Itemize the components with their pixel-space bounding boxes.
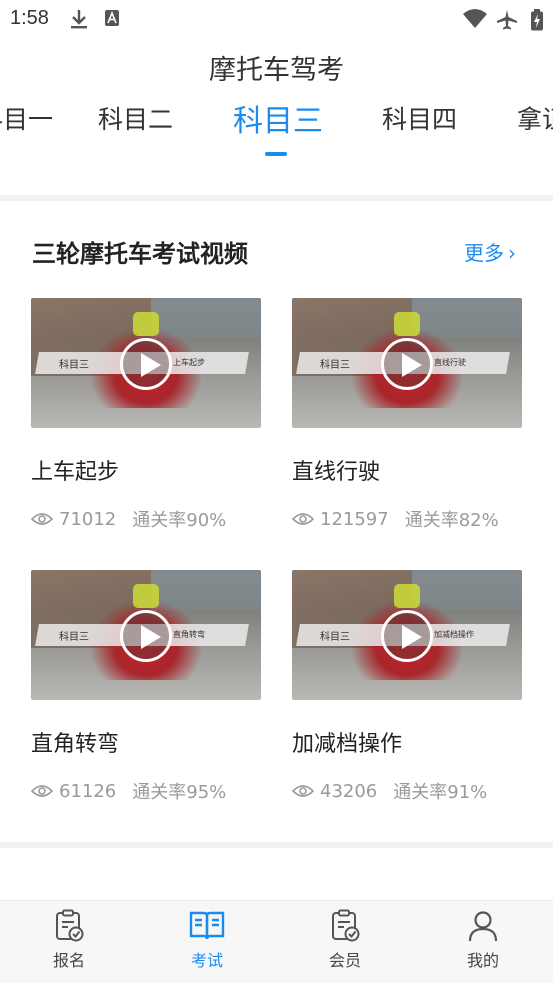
nav-label: 会员 — [328, 951, 361, 970]
overlay-subject: 科目三 — [320, 632, 350, 643]
tab-subject-1[interactable]: 科目一 — [0, 100, 53, 136]
bottom-nav: 报名 考试 会员 我的 — [0, 900, 553, 983]
pass-rate: 通关率90% — [132, 510, 227, 531]
overlay-subject: 科目三 — [320, 360, 350, 371]
play-icon[interactable] — [381, 610, 433, 662]
eye-icon — [31, 785, 53, 797]
section-divider — [0, 195, 553, 201]
status-time: 1:58 — [10, 7, 49, 29]
section-divider-2 — [0, 842, 553, 848]
video-stats: 71012 通关率90% — [31, 506, 261, 532]
play-icon[interactable] — [381, 338, 433, 390]
video-card-2[interactable]: 科目三 直线行驶 直线行驶 121597 通关率82% — [292, 298, 522, 532]
more-link[interactable]: 更多 › — [464, 237, 516, 266]
active-tab-indicator — [265, 152, 287, 156]
nav-item-exam[interactable]: 考试 — [167, 909, 247, 971]
view-count: 61126 — [59, 780, 117, 802]
subject-tabs: 科目一 科目二 科目三 科目四 拿证 — [0, 100, 553, 160]
eye-icon — [292, 513, 314, 525]
pass-rate: 通关率91% — [393, 782, 488, 803]
video-card-1[interactable]: 科目三 上车起步 上车起步 71012 通关率90% — [31, 298, 261, 532]
overlay-topic: 直线行驶 — [434, 358, 466, 367]
nav-item-register[interactable]: 报名 — [29, 909, 109, 971]
clipboard-check-icon — [332, 909, 360, 942]
video-card-3[interactable]: 科目三 直角转弯 直角转弯 61126 通关率95% — [31, 570, 261, 804]
eye-icon — [31, 513, 53, 525]
video-stats: 61126 通关率95% — [31, 778, 261, 804]
download-icon — [71, 10, 87, 29]
app-screen: 1:58 摩托车驾考 科目一 科目二 科目三 科目四 拿证 三轮摩托车 — [0, 0, 553, 983]
play-icon[interactable] — [120, 610, 172, 662]
tab-subject-2[interactable]: 科目二 — [98, 100, 173, 136]
nav-item-membership[interactable]: 会员 — [305, 909, 385, 971]
nav-item-profile[interactable]: 我的 — [443, 909, 523, 971]
view-count: 121597 — [320, 508, 389, 530]
pass-rate: 通关率82% — [404, 510, 499, 531]
wifi-icon — [463, 9, 487, 28]
tab-subject-3[interactable]: 科目三 — [233, 96, 323, 140]
font-icon — [105, 10, 119, 26]
video-thumbnail[interactable]: 科目三 加减档操作 — [292, 570, 522, 700]
overlay-topic: 直角转弯 — [173, 630, 205, 639]
chevron-right-icon: › — [508, 241, 516, 265]
play-icon[interactable] — [120, 338, 172, 390]
view-count: 43206 — [320, 780, 378, 802]
nav-label: 考试 — [190, 951, 223, 970]
video-stats: 121597 通关率82% — [292, 506, 522, 532]
video-thumbnail[interactable]: 科目三 直线行驶 — [292, 298, 522, 428]
video-title: 直角转弯 — [31, 732, 120, 757]
open-book-icon — [189, 911, 225, 940]
overlay-topic: 加减档操作 — [434, 630, 474, 639]
nav-label: 我的 — [466, 951, 499, 970]
overlay-subject: 科目三 — [59, 360, 89, 371]
person-icon — [468, 911, 498, 942]
overlay-subject: 科目三 — [59, 632, 89, 643]
video-thumbnail[interactable]: 科目三 上车起步 — [31, 298, 261, 428]
clipboard-check-icon — [56, 909, 84, 942]
airplane-mode-icon — [497, 10, 517, 30]
video-thumbnail[interactable]: 科目三 直角转弯 — [31, 570, 261, 700]
eye-icon — [292, 785, 314, 797]
page-title: 摩托车驾考 — [209, 55, 344, 86]
battery-charging-icon — [531, 9, 543, 31]
video-title: 上车起步 — [31, 460, 120, 485]
nav-label: 报名 — [52, 951, 85, 970]
view-count: 71012 — [59, 508, 117, 530]
overlay-topic: 上车起步 — [173, 358, 205, 367]
more-label: 更多 — [464, 241, 504, 265]
video-card-4[interactable]: 科目三 加减档操作 加减档操作 43206 通关率91% — [292, 570, 522, 804]
tab-license[interactable]: 拿证 — [517, 100, 553, 136]
pass-rate: 通关率95% — [132, 782, 227, 803]
section-title: 三轮摩托车考试视频 — [32, 240, 248, 268]
video-stats: 43206 通关率91% — [292, 778, 522, 804]
video-title: 直线行驶 — [292, 460, 381, 485]
video-title: 加减档操作 — [292, 732, 403, 757]
status-bar: 1:58 — [0, 0, 553, 38]
tab-subject-4[interactable]: 科目四 — [382, 100, 457, 136]
